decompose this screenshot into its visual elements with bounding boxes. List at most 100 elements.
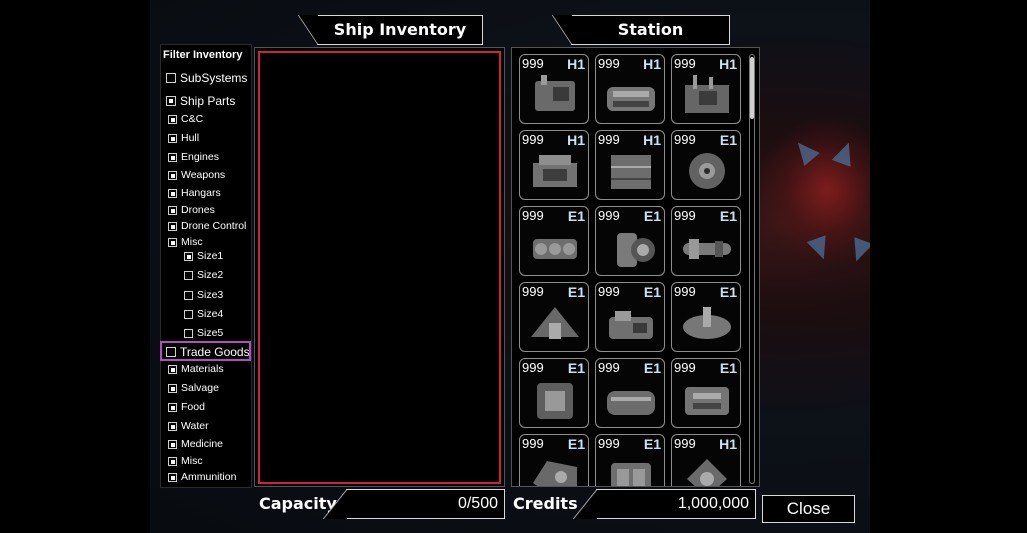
item-tier: E1	[643, 284, 661, 300]
filter-hangars[interactable]: Hangars	[168, 187, 221, 199]
station-item-slot[interactable]: 999 H1	[671, 54, 741, 124]
station-item-slot[interactable]: 999 E1	[671, 130, 741, 200]
station-item-slot[interactable]: 999 E1	[519, 434, 589, 486]
filter-weapons-checkbox[interactable]	[168, 170, 177, 180]
filter-misc2-checkbox[interactable]	[168, 456, 177, 466]
station-item-slot[interactable]: 999 E1	[519, 358, 589, 428]
filter-misc-checkbox[interactable]	[168, 237, 177, 247]
ship-inventory-drop-zone[interactable]	[258, 51, 501, 484]
filter-materials-checkbox[interactable]	[168, 364, 177, 374]
ship-part-icon	[687, 459, 727, 486]
filter-drone-control-checkbox[interactable]	[168, 221, 177, 231]
scrollbar-thumb[interactable]	[750, 57, 754, 119]
filter-ammunition-label: Ammunition	[181, 471, 237, 483]
close-button[interactable]: Close	[762, 495, 855, 523]
filter-engines[interactable]: Engines	[168, 151, 219, 163]
filter-ship-parts[interactable]: Ship Parts	[166, 94, 235, 108]
filter-size4-label: Size4	[197, 308, 224, 320]
filter-medicine[interactable]: Medicine	[168, 438, 223, 450]
ship-inventory-title-text: Ship Inventory	[333, 20, 467, 39]
item-quantity: 999	[598, 56, 620, 71]
filter-subsystems-checkbox[interactable]	[166, 73, 176, 83]
credits-label: Credits	[513, 494, 578, 513]
filter-weapons-label: Weapons	[181, 169, 226, 181]
item-tier: H1	[567, 56, 585, 72]
filter-hull-label: Hull	[181, 132, 200, 144]
filter-size3[interactable]: Size3	[184, 289, 223, 301]
filter-misc2[interactable]: Misc	[168, 455, 203, 467]
filter-hangars-checkbox[interactable]	[168, 188, 177, 198]
station-item-slot[interactable]: 999 E1	[671, 358, 741, 428]
filter-drone-control-label: Drone Control	[181, 220, 247, 232]
station-item-slot[interactable]: 999 E1	[671, 282, 741, 352]
capacity-value: 0/500	[457, 495, 498, 512]
item-quantity: 999	[674, 132, 696, 147]
filter-size5-checkbox[interactable]	[184, 328, 193, 338]
station-item-slot[interactable]: 999 H1	[595, 54, 665, 124]
filter-drones-label: Drones	[181, 204, 215, 216]
station-item-slot[interactable]: 999 E1	[595, 206, 665, 276]
filter-ammunition-checkbox[interactable]	[168, 472, 177, 482]
filter-ammunition[interactable]: Ammunition	[168, 471, 236, 483]
item-tier: E1	[567, 284, 585, 300]
item-tier: E1	[643, 436, 661, 452]
filter-water-checkbox[interactable]	[168, 421, 177, 431]
item-tier: E1	[719, 208, 737, 224]
station-item-slot[interactable]: 999 E1	[671, 206, 741, 276]
filter-weapons[interactable]: Weapons	[168, 169, 225, 181]
item-tier: E1	[719, 284, 737, 300]
station-inventory-scrollbar[interactable]	[749, 54, 755, 484]
filter-ship-parts-checkbox[interactable]	[166, 96, 176, 106]
filter-water[interactable]: Water	[168, 420, 209, 432]
filter-hull-checkbox[interactable]	[168, 133, 177, 143]
filter-materials-label: Materials	[181, 363, 224, 375]
filter-water-label: Water	[181, 420, 209, 432]
station-item-slot[interactable]: 999 H1	[519, 130, 589, 200]
filter-size2[interactable]: Size2	[184, 269, 223, 281]
item-quantity: 999	[522, 208, 544, 223]
station-item-slot[interactable]: 999 E1	[595, 358, 665, 428]
ship-part-icon	[683, 307, 731, 339]
ship-part-icon	[533, 239, 577, 259]
station-item-slot[interactable]: 999 H1	[595, 130, 665, 200]
filter-salvage-checkbox[interactable]	[168, 383, 177, 393]
station-item-slot[interactable]: 999 H1	[671, 434, 741, 486]
item-tier: E1	[567, 208, 585, 224]
filter-size1-label: Size1	[197, 250, 224, 262]
filter-engines-checkbox[interactable]	[168, 152, 177, 162]
station-item-slot[interactable]: 999 E1	[595, 282, 665, 352]
ship-inventory-area[interactable]	[254, 47, 505, 487]
filter-cc[interactable]: C&C	[168, 113, 203, 125]
filter-size3-label: Size3	[197, 289, 224, 301]
item-tier: E1	[719, 132, 737, 148]
ship-part-icon	[537, 383, 573, 419]
filter-drones[interactable]: Drones	[168, 204, 215, 216]
filter-food-checkbox[interactable]	[168, 402, 177, 412]
filter-materials[interactable]: Materials	[168, 363, 224, 375]
filter-size4[interactable]: Size4	[184, 308, 223, 320]
filter-size2-checkbox[interactable]	[184, 270, 193, 280]
ship-part-icon	[617, 233, 655, 267]
filter-salvage[interactable]: Salvage	[168, 382, 219, 394]
filter-size3-checkbox[interactable]	[184, 290, 193, 300]
filter-size4-checkbox[interactable]	[184, 309, 193, 319]
filter-cc-checkbox[interactable]	[168, 114, 177, 124]
filter-size5[interactable]: Size5	[184, 327, 223, 339]
filter-medicine-label: Medicine	[181, 438, 224, 450]
filter-medicine-checkbox[interactable]	[168, 439, 177, 449]
filter-misc[interactable]: Misc	[168, 236, 203, 248]
station-item-slot[interactable]: 999 H1	[519, 54, 589, 124]
filter-drones-checkbox[interactable]	[168, 205, 177, 215]
station-item-slot[interactable]: 999 E1	[519, 206, 589, 276]
filter-subsystems[interactable]: SubSystems	[166, 71, 247, 85]
filter-size1[interactable]: Size1	[184, 250, 223, 262]
filter-size1-checkbox[interactable]	[184, 251, 193, 261]
item-tier: H1	[719, 436, 737, 452]
station-item-slot[interactable]: 999 E1	[595, 434, 665, 486]
ship-inventory-title: Ship Inventory	[298, 15, 483, 45]
filter-food[interactable]: Food	[168, 401, 205, 413]
station-item-slot[interactable]: 999 E1	[519, 282, 589, 352]
filter-hull[interactable]: Hull	[168, 132, 199, 144]
filter-drone-control[interactable]: Drone Control	[168, 220, 246, 232]
credits-readout: 1,000,000	[573, 489, 756, 519]
